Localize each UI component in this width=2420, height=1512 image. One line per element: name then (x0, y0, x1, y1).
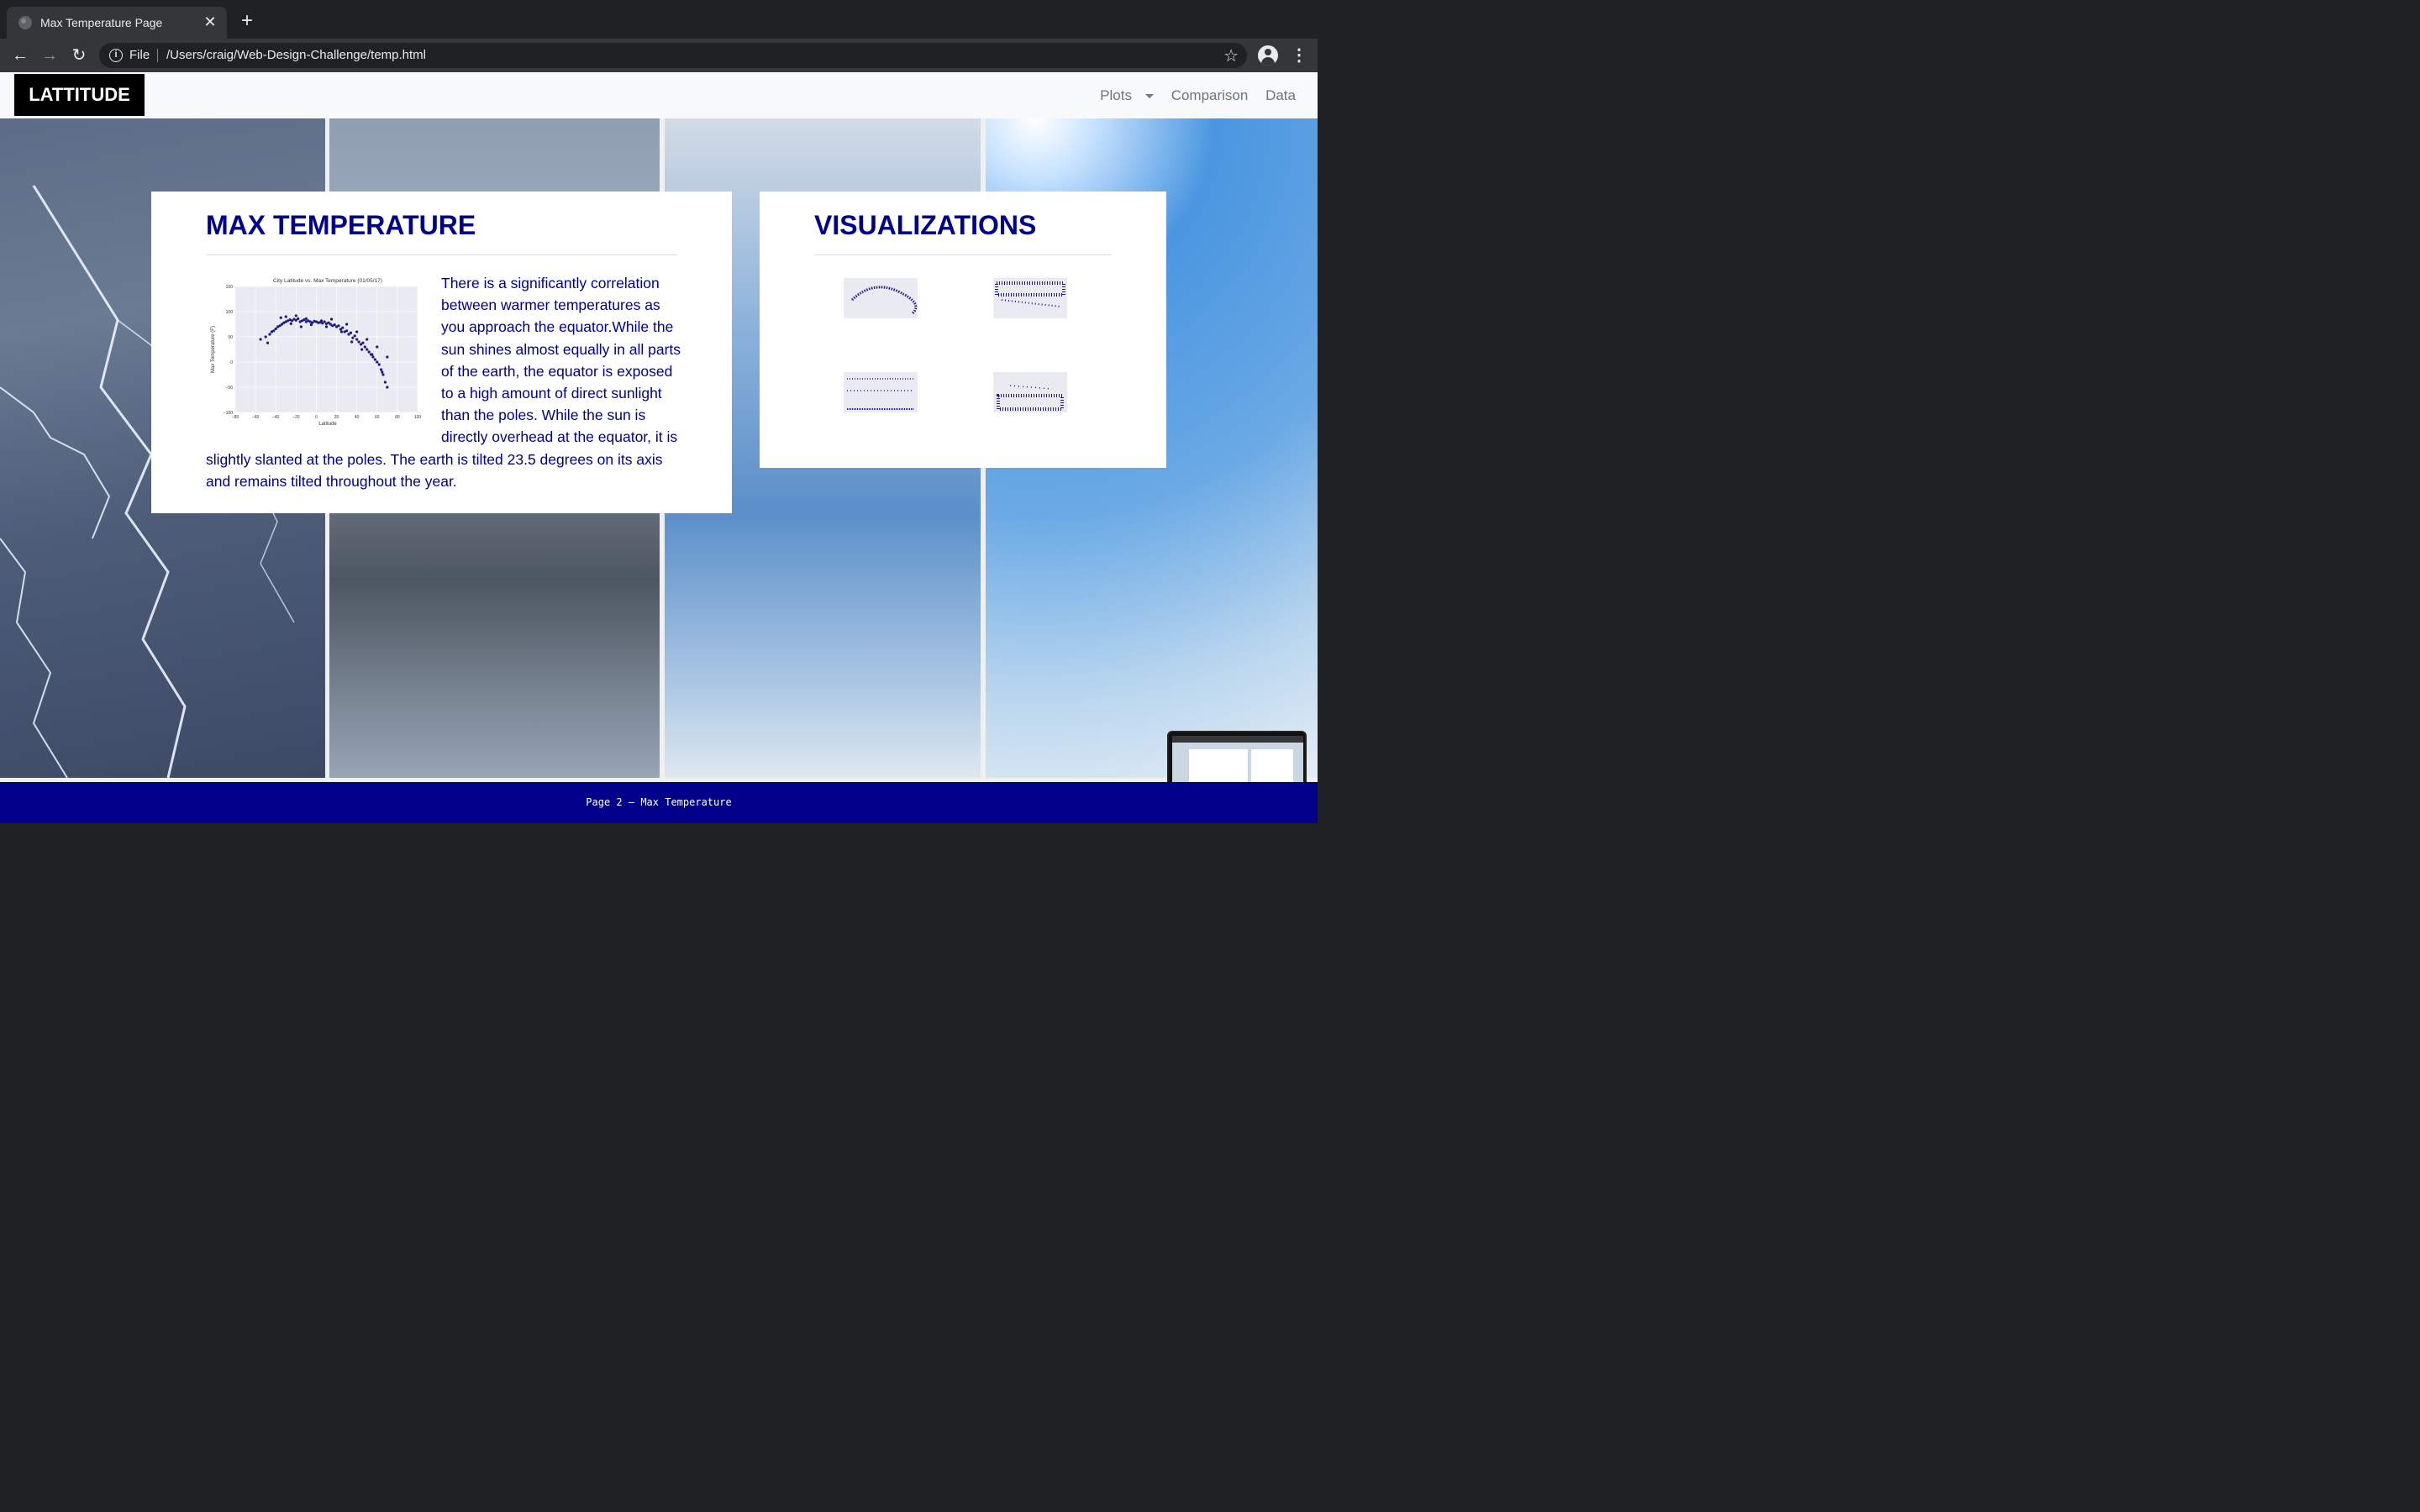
weather-background: MAX TEMPERATURE City Latitude vs. Max Te… (0, 118, 1318, 820)
kebab-menu-icon[interactable]: ⋮ (1291, 45, 1307, 66)
page-viewport: LATTITUDE Plots Comparison Data MAX TEMP… (0, 72, 1318, 823)
site-navbar: LATTITUDE Plots Comparison Data (0, 72, 1318, 118)
caret-down-icon (1144, 94, 1154, 99)
description-block: There is a significantly correlation bet… (206, 272, 681, 492)
plot-spacer (206, 272, 441, 432)
page-title: MAX TEMPERATURE (206, 210, 476, 240)
nav-data-link[interactable]: Data (1265, 87, 1296, 103)
new-tab-icon[interactable]: + (237, 11, 257, 31)
visualizations-title: VISUALIZATIONS (814, 210, 1037, 240)
brand-logo[interactable]: LATTITUDE (14, 74, 145, 116)
url-text[interactable]: /Users/craig/Web-Design-Challenge/temp.h… (166, 48, 426, 62)
reload-icon[interactable]: ↻ (69, 45, 89, 66)
bookmark-star-icon[interactable]: ☆ (1223, 45, 1239, 66)
nav-comparison-link[interactable]: Comparison (1171, 87, 1249, 103)
page-footer: Page 2 – Max Temperature (0, 782, 1318, 823)
info-icon[interactable]: i (109, 49, 123, 62)
address-bar[interactable]: i File /Users/craig/Web-Design-Challenge… (99, 43, 1247, 68)
globe-icon (18, 16, 32, 29)
browser-toolbar: ← → ↻ i File /Users/craig/Web-Design-Cha… (0, 39, 1318, 72)
thumb-wind-speed[interactable] (985, 367, 1069, 419)
nav-links: Plots Comparison Data (1073, 87, 1296, 104)
profile-avatar-icon[interactable] (1258, 45, 1278, 66)
max-temperature-card: MAX TEMPERATURE City Latitude vs. Max Te… (151, 192, 732, 513)
close-tab-icon[interactable]: ✕ (202, 13, 218, 30)
thumb-cloudiness[interactable] (835, 367, 919, 419)
tab-strip: Max Temperature Page ✕ + (0, 0, 1318, 39)
visualizations-card: VISUALIZATIONS (760, 192, 1166, 468)
tab-title: Max Temperature Page (40, 16, 163, 29)
back-arrow-icon[interactable]: ← (10, 45, 30, 66)
forward-arrow-icon[interactable]: → (39, 45, 60, 66)
nav-plots-label: Plots (1100, 87, 1132, 103)
url-scheme-label: File (129, 48, 150, 62)
thumb-humidity[interactable] (985, 273, 1069, 325)
thumb-max-temperature[interactable] (835, 273, 919, 325)
browser-tab[interactable]: Max Temperature Page ✕ (7, 7, 227, 39)
url-separator (157, 49, 158, 62)
preview-toolbar (1172, 736, 1303, 743)
nav-plots-dropdown[interactable]: Plots (1086, 87, 1154, 103)
